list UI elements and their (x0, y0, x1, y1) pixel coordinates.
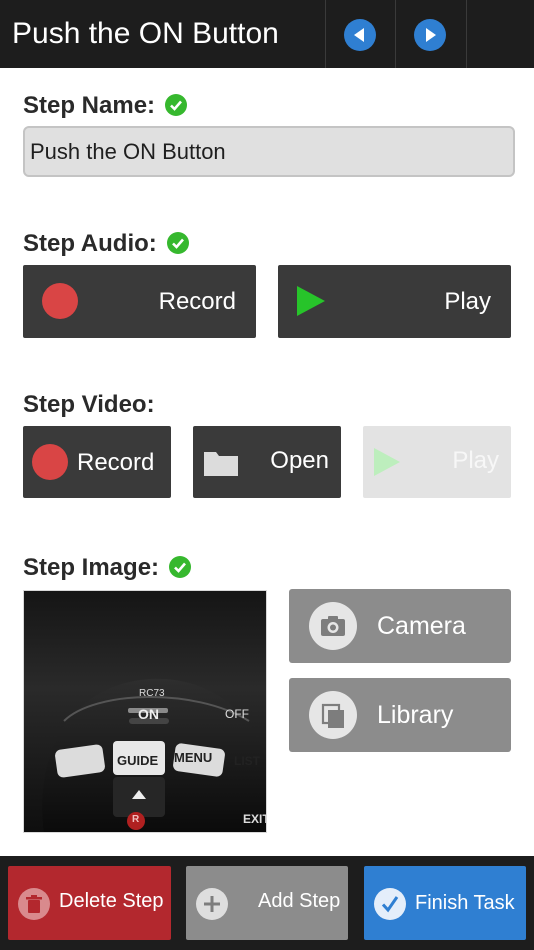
audio-record-label: Record (158, 288, 236, 315)
step-image-preview[interactable]: RC73 ON OFF GUIDE MENU LIST R EXIT (23, 590, 267, 833)
remote-off-text: OFF (225, 707, 249, 721)
step-image-heading: Step Image: (23, 554, 192, 582)
header-divider (466, 0, 467, 68)
remote-list-text: LIST (234, 754, 260, 768)
checkmark-icon (166, 232, 189, 254)
top-bar: Push the ON Button (0, 0, 534, 68)
step-video-heading: Step Video: (23, 391, 155, 419)
page-title: Push the ON Button (12, 17, 279, 50)
remote-model-text: RC73 (139, 688, 165, 699)
play-icon (297, 286, 325, 316)
step-name-label: Step Name: (23, 92, 156, 119)
header-divider (395, 0, 396, 68)
record-icon (32, 444, 68, 480)
checkmark-icon (374, 888, 406, 920)
video-record-label: Record (77, 449, 155, 476)
step-audio-heading: Step Audio: (23, 230, 189, 258)
checkmark-icon (165, 94, 188, 116)
remote-r-text: R (132, 814, 140, 825)
bottom-toolbar: Delete Step Add Step Finish Task (0, 856, 534, 950)
checkmark-icon (169, 556, 192, 578)
folder-icon (204, 452, 238, 476)
remote-on-text: ON (138, 706, 159, 722)
library-icon (309, 691, 357, 739)
arrow-left-circle-icon (354, 28, 364, 42)
video-open-label: Open (270, 447, 329, 474)
video-play-button[interactable]: Play (363, 426, 511, 498)
play-icon (374, 448, 400, 476)
video-open-button[interactable]: Open (193, 426, 341, 498)
delete-step-label: Delete Step (59, 890, 164, 912)
arrow-right-circle-icon (426, 28, 436, 42)
audio-record-button[interactable]: Record (23, 265, 256, 338)
camera-icon (309, 602, 357, 650)
step-video-label: Step Video: (23, 391, 155, 418)
library-button[interactable]: Library (289, 678, 511, 752)
delete-step-button[interactable]: Delete Step (8, 866, 171, 940)
header-divider (325, 0, 326, 68)
video-record-button[interactable]: Record (23, 426, 171, 498)
plus-icon (196, 888, 228, 920)
camera-label: Camera (377, 612, 466, 640)
remote-exit-text: EXIT (243, 812, 266, 826)
step-name-input[interactable] (23, 126, 515, 177)
audio-play-label: Play (444, 288, 491, 315)
library-label: Library (377, 701, 454, 729)
remote-menu-text: MENU (174, 750, 213, 765)
record-icon (42, 283, 78, 319)
remote-guide-text: GUIDE (117, 753, 159, 768)
step-name-heading: Step Name: (23, 92, 188, 120)
add-step-label: Add Step (258, 890, 341, 912)
audio-play-button[interactable]: Play (278, 265, 511, 338)
add-step-button[interactable]: Add Step (186, 866, 348, 940)
finish-task-button[interactable]: Finish Task (364, 866, 526, 940)
video-play-label: Play (452, 447, 499, 474)
previous-step-button[interactable] (344, 19, 376, 51)
camera-button[interactable]: Camera (289, 589, 511, 663)
trash-icon (18, 888, 50, 920)
finish-task-label: Finish Task (415, 892, 515, 914)
next-step-button[interactable] (414, 19, 446, 51)
step-image-label: Step Image: (23, 554, 160, 581)
step-audio-label: Step Audio: (23, 230, 157, 257)
